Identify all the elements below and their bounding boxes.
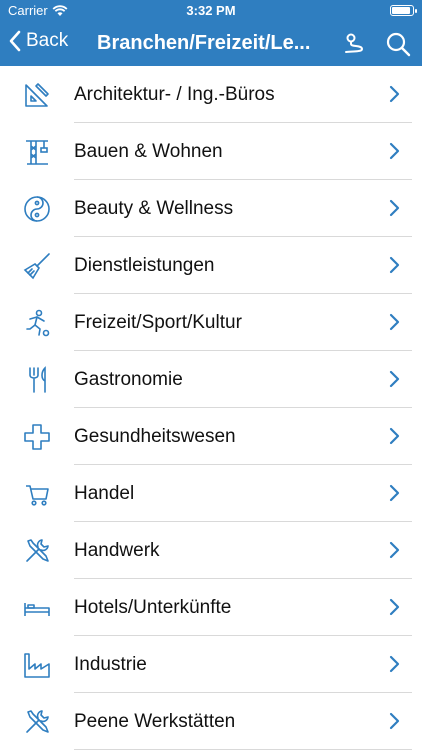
chevron-right-icon [388, 312, 400, 332]
list-item[interactable]: Gastronomie [0, 351, 422, 408]
chevron-right-icon [388, 255, 400, 275]
chevron-right-icon [388, 597, 400, 617]
category-list: Architektur- / Ing.-Büros Bauen & Wohnen… [0, 66, 422, 750]
list-item-label: Freizeit/Sport/Kultur [74, 312, 242, 333]
chevron-right-icon [388, 540, 400, 560]
drafting-tools-icon [22, 80, 52, 110]
bed-icon [22, 593, 52, 623]
back-button[interactable]: Back [8, 30, 68, 52]
list-item[interactable]: Peene Werkstätten [0, 693, 422, 750]
list-item[interactable]: Industrie [0, 636, 422, 693]
broom-icon [22, 251, 52, 281]
chevron-right-icon [388, 198, 400, 218]
fork-knife-icon [22, 365, 52, 395]
header-bar: Carrier 3:32 PM Back Branchen/Freizeit/L… [0, 0, 422, 66]
construction-crane-icon [22, 137, 52, 167]
list-item-label: Dienstleistungen [74, 255, 215, 276]
list-item-label: Bauen & Wohnen [74, 141, 223, 162]
chevron-right-icon [388, 654, 400, 674]
shopping-cart-icon [22, 479, 52, 509]
status-bar: Carrier 3:32 PM [0, 0, 422, 22]
list-item[interactable]: Handel [0, 465, 422, 522]
list-item[interactable]: Handwerk [0, 522, 422, 579]
yin-yang-icon [22, 194, 52, 224]
chevron-left-icon [8, 30, 22, 52]
list-item[interactable]: Bauen & Wohnen [0, 123, 422, 180]
chevron-right-icon [388, 369, 400, 389]
clock: 3:32 PM [186, 3, 236, 18]
chevron-right-icon [388, 483, 400, 503]
list-item[interactable]: Freizeit/Sport/Kultur [0, 294, 422, 351]
list-item-label: Architektur- / Ing.-Büros [74, 84, 275, 105]
list-item-label: Beauty & Wellness [74, 198, 234, 219]
navigation-bar: Back Branchen/Freizeit/Le... [0, 22, 422, 66]
wrench-screwdriver-icon [22, 707, 52, 737]
factory-icon [22, 650, 52, 680]
list-item[interactable]: Architektur- / Ing.-Büros [0, 66, 422, 123]
list-item-label: Gastronomie [74, 369, 183, 390]
chevron-right-icon [388, 711, 400, 731]
list-item-label: Handwerk [74, 540, 160, 561]
list-item[interactable]: Dienstleistungen [0, 237, 422, 294]
chevron-right-icon [388, 84, 400, 104]
route-icon[interactable] [340, 30, 368, 58]
list-item[interactable]: Gesundheitswesen [0, 408, 422, 465]
battery-icon [390, 5, 417, 16]
list-item-label: Gesundheitswesen [74, 426, 236, 447]
list-item-label: Industrie [74, 654, 147, 675]
list-item-label: Hotels/Unterkünfte [74, 597, 232, 618]
list-item-label: Peene Werkstätten [74, 711, 236, 732]
search-icon[interactable] [384, 30, 412, 58]
medical-cross-icon [22, 422, 52, 452]
soccer-player-icon [22, 308, 52, 338]
list-item[interactable]: Beauty & Wellness [0, 180, 422, 237]
chevron-right-icon [388, 426, 400, 446]
list-item-label: Handel [74, 483, 135, 504]
list-item[interactable]: Hotels/Unterkünfte [0, 579, 422, 636]
chevron-right-icon [388, 141, 400, 161]
back-label: Back [26, 30, 69, 51]
wrench-screwdriver-icon [22, 536, 52, 566]
page-title: Branchen/Freizeit/Le... [97, 32, 311, 54]
